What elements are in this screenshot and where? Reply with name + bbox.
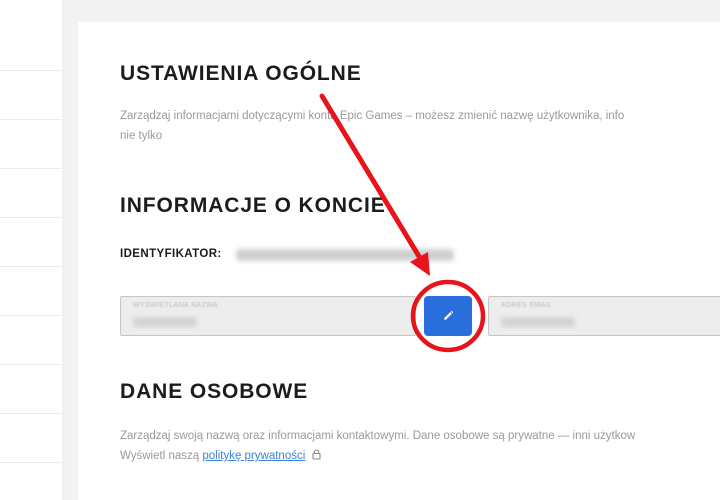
display-name-field[interactable]: WYŚWIETLANA NAZWA — [120, 296, 416, 336]
sidebar-item[interactable] — [0, 71, 62, 120]
sidebar-item[interactable] — [0, 0, 62, 71]
personal-data-description-line2: Wyświetl naszą politykę prywatności — [120, 446, 720, 467]
sidebar-item[interactable] — [0, 120, 62, 169]
account-id-value-redacted — [236, 249, 454, 261]
sidebar-item[interactable] — [0, 169, 62, 218]
personal-data-title: DANE OSOBOWE — [120, 380, 309, 403]
sidebar-item[interactable] — [0, 316, 62, 365]
personal-data-description: Zarządzaj swoją nazwą oraz informacjami … — [120, 426, 720, 467]
edit-display-name-button[interactable] — [424, 296, 472, 336]
general-settings-description-line2: nie tylko — [120, 130, 163, 142]
display-name-field-label: WYŚWIETLANA NAZWA — [133, 302, 219, 309]
sidebar-item[interactable] — [0, 218, 62, 267]
sidebar-item[interactable] — [0, 267, 62, 316]
general-settings-description-line1: Zarządzaj informacjami dotyczącymi konta… — [120, 110, 625, 122]
email-value-redacted — [501, 317, 575, 327]
privacy-policy-link[interactable]: politykę prywatności — [202, 450, 305, 462]
sidebar-item[interactable] — [0, 414, 62, 463]
display-name-value-redacted — [133, 317, 197, 327]
account-id-label: IDENTYFIKATOR: — [120, 248, 222, 260]
main-panel: USTAWIENIA OGÓLNE Zarządzaj informacjami… — [78, 22, 720, 500]
sidebar-item[interactable] — [0, 365, 62, 414]
privacy-prefix-text: Wyświetl naszą — [120, 450, 200, 462]
general-settings-title: USTAWIENIA OGÓLNE — [120, 62, 362, 85]
account-info-title: INFORMACJE O KONCIE — [120, 194, 386, 217]
email-field[interactable]: ADRES EMAIL — [488, 296, 720, 336]
lock-icon — [312, 447, 322, 467]
personal-data-description-line1: Zarządzaj swoją nazwą oraz informacjami … — [120, 430, 636, 442]
email-field-label: ADRES EMAIL — [501, 302, 553, 309]
pencil-icon — [442, 310, 454, 322]
general-settings-description: Zarządzaj informacjami dotyczącymi konta… — [120, 106, 720, 146]
sidebar — [0, 0, 63, 500]
